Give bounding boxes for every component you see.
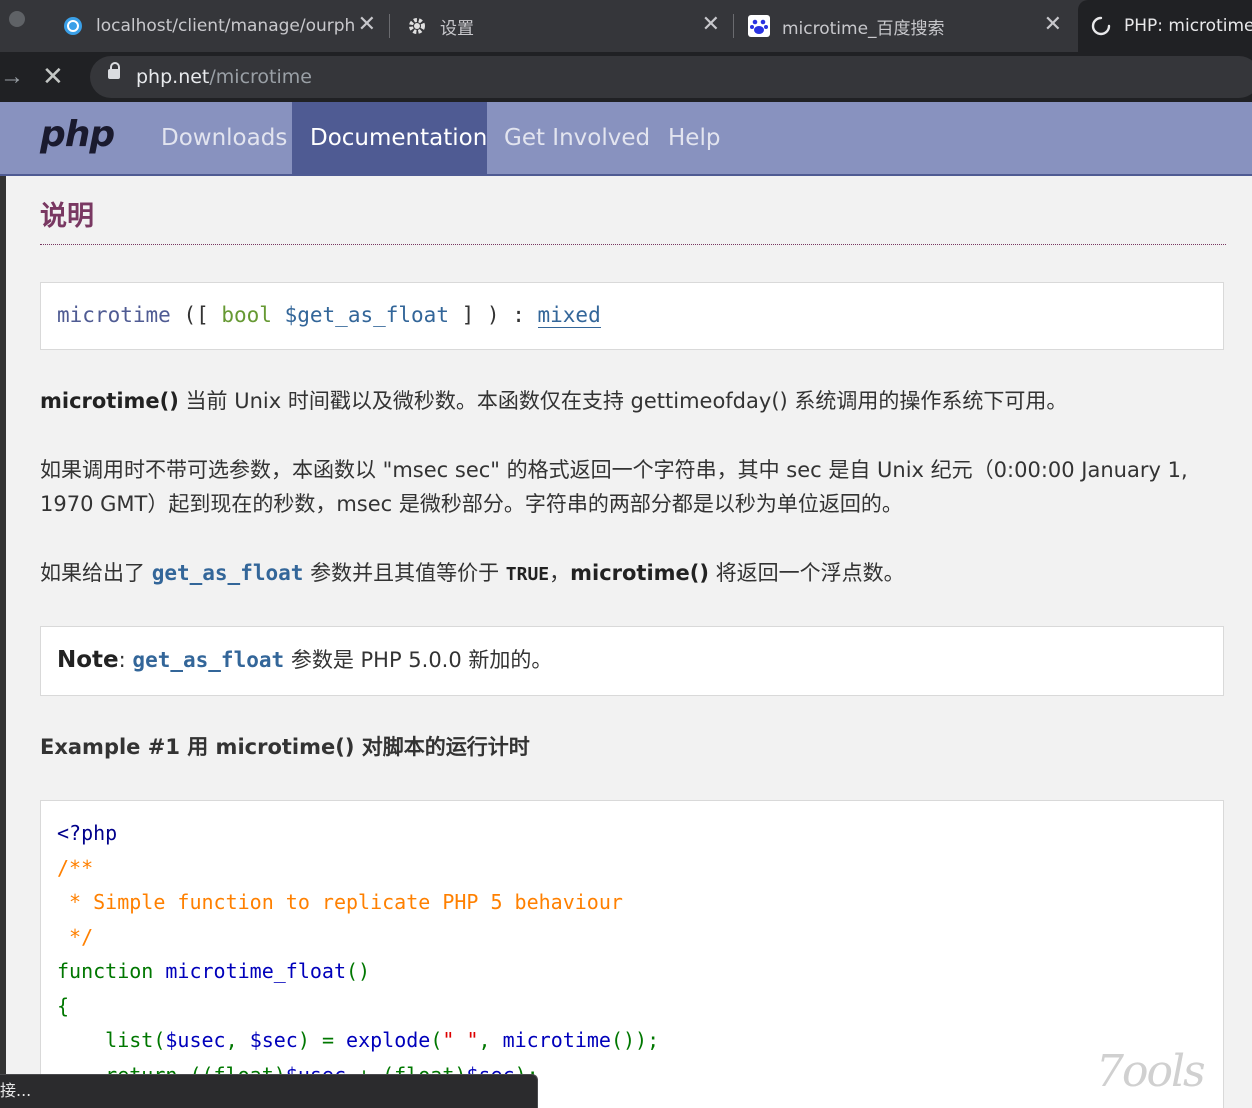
tab-baidu-search[interactable]: microtime_百度搜索 ✕ (748, 0, 1074, 52)
tab-settings[interactable]: 设置 ✕ (406, 0, 732, 52)
doc-content: 说明 microtime ([ bool $get_as_float ] ) :… (6, 176, 1252, 1108)
code-line: function microtime_float() (57, 959, 371, 983)
code-line: list($usec, $sec) = explode(" ", microti… (57, 1028, 660, 1052)
code-line: /** (57, 856, 94, 880)
code-line: * Simple function to replicate PHP 5 beh… (57, 890, 623, 914)
tab-divider (733, 14, 734, 38)
nav-get-involved[interactable]: Get Involved (486, 102, 668, 174)
compass-icon (62, 15, 84, 37)
status-bubble: 接... (0, 1074, 538, 1108)
section-divider (40, 244, 1226, 245)
code-line: */ (57, 925, 94, 949)
close-icon[interactable]: ✕ (358, 14, 376, 36)
tab-title: microtime_百度搜索 (782, 18, 945, 39)
param-type: bool (221, 303, 272, 327)
nav-downloads[interactable]: Downloads (143, 102, 305, 174)
browser-tab-strip: localhost/client/manage/ourph ✕ 设置 ✕ mic… (0, 0, 1252, 52)
tab-divider (389, 14, 390, 38)
description-paragraph: 如果给出了 get_as_float 参数并且其值等价于 TRUE，microt… (40, 561, 905, 585)
close-icon[interactable]: ✕ (1044, 14, 1062, 36)
tab-title: localhost/client/manage/ourph (96, 16, 356, 36)
function-signature-box: microtime ([ bool $get_as_float ] ) : mi… (40, 282, 1224, 350)
lock-icon[interactable] (108, 62, 120, 79)
close-icon[interactable]: ✕ (702, 14, 720, 36)
code-line: { (57, 994, 70, 1018)
param-name: $get_as_float (284, 303, 449, 327)
note-box: Note: get_as_float 参数是 PHP 5.0.0 新加的。 (40, 626, 1224, 696)
description-paragraph: microtime() 当前 Unix 时间戳以及微秒数。本函数仅在支持 get… (40, 389, 1068, 413)
tab-localhost[interactable]: localhost/client/manage/ourph ✕ (62, 0, 388, 52)
window-control-button[interactable] (9, 11, 25, 27)
baidu-paw-icon (748, 15, 770, 37)
tab-php-microtime[interactable]: PHP: microtime (1078, 0, 1252, 52)
note-text: Note: get_as_float 参数是 PHP 5.0.0 新加的。 (57, 647, 553, 673)
tab-title: PHP: microtime (1124, 16, 1252, 36)
stop-loading-icon[interactable]: ✕ (42, 61, 64, 91)
watermark-logo: 7ools (1096, 1046, 1206, 1097)
code-line: <?php (57, 821, 118, 845)
forward-arrow-icon[interactable]: → (0, 63, 24, 91)
code-example-box: <?php /** * Simple function to replicate… (40, 800, 1224, 1108)
function-signature: microtime ([ bool $get_as_float ] ) : mi… (57, 303, 601, 328)
address-bar[interactable]: php.net/microtime (90, 56, 1252, 98)
url-text[interactable]: php.net/microtime (136, 65, 312, 89)
php-site-nav: php Downloads Documentation Get Involved… (0, 102, 1252, 178)
browser-toolbar: → ✕ php.net/microtime (0, 52, 1252, 102)
tab-title: 设置 (440, 18, 474, 39)
php-logo[interactable]: php (40, 114, 115, 155)
nav-documentation[interactable]: Documentation (292, 102, 487, 174)
section-title: 说明 (40, 201, 94, 232)
nav-help[interactable]: Help (650, 102, 738, 174)
gear-icon (406, 15, 428, 37)
loading-spinner-icon (1090, 15, 1112, 37)
description-paragraph: 如果调用时不带可选参数，本函数以 "msec sec" 的格式返回一个字符串，其… (40, 458, 1188, 516)
return-type-link[interactable]: mixed (537, 303, 601, 328)
example-title: Example #1 用 microtime() 对脚本的运行计时 (40, 735, 530, 759)
